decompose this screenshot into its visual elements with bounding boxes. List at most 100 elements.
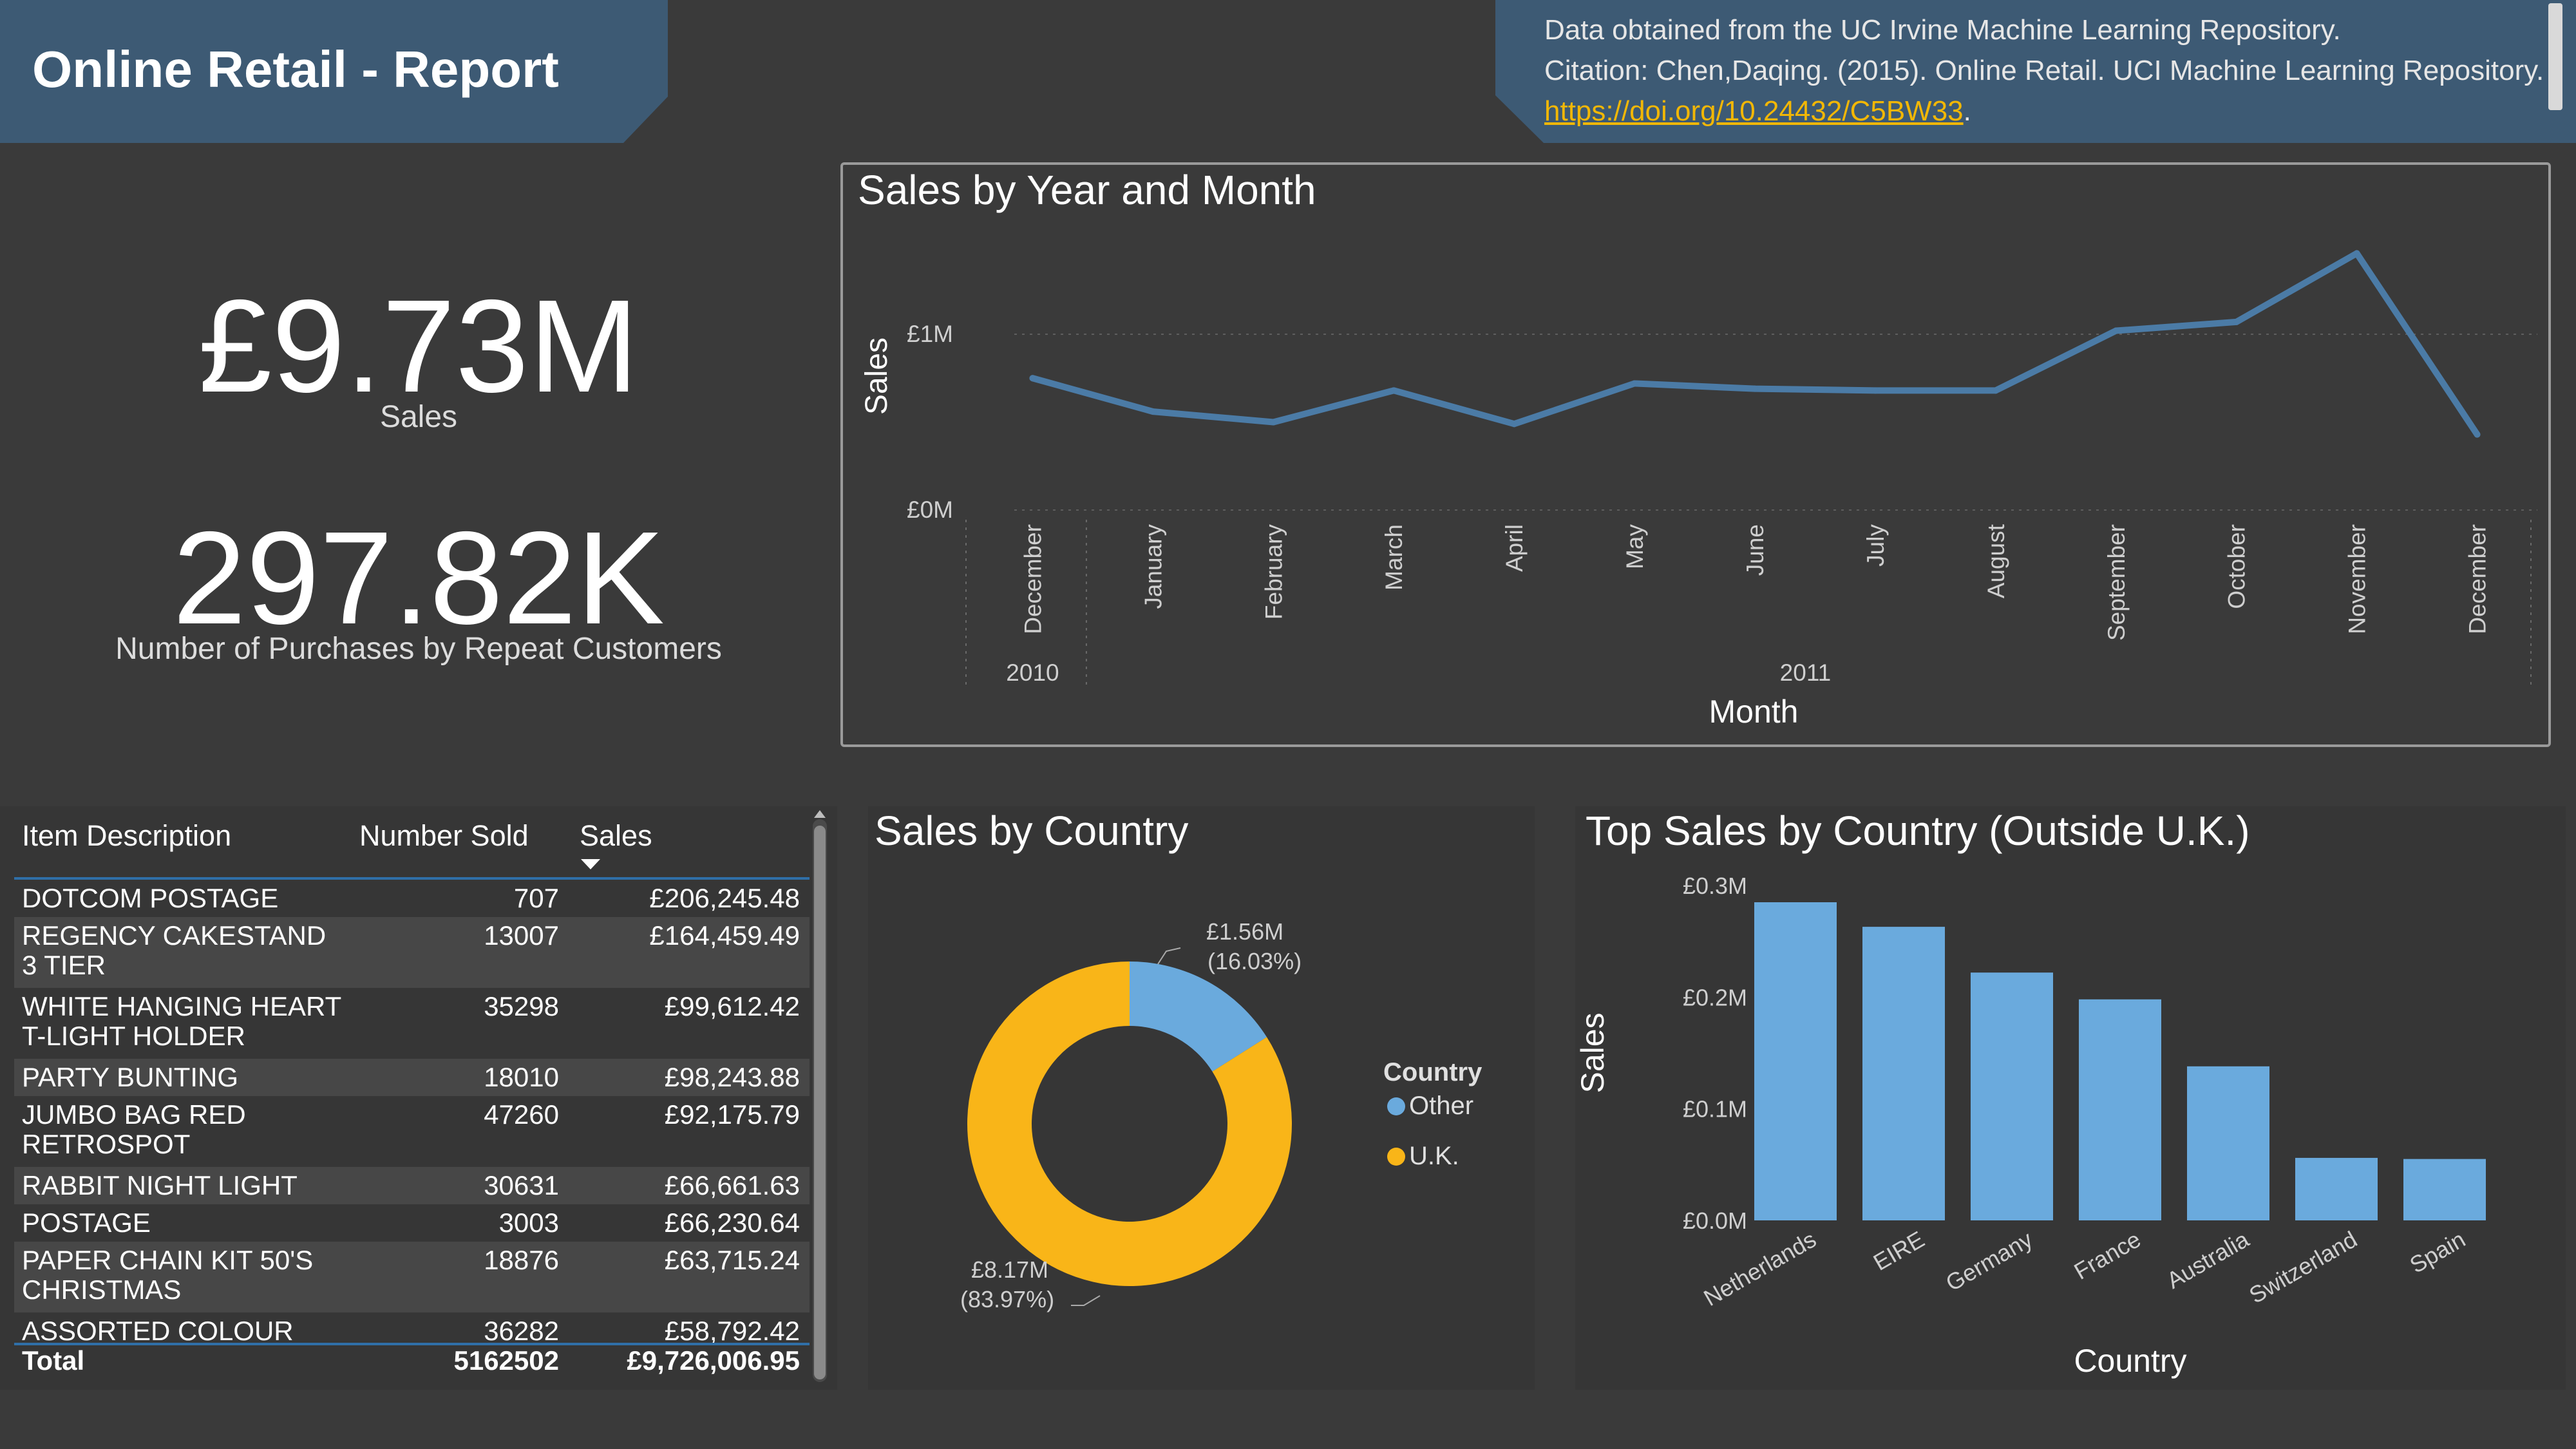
cell-item-description: ASSORTED COLOUR bbox=[22, 1316, 294, 1346]
x-tick-label: October bbox=[2224, 524, 2250, 609]
leader-line-uk bbox=[1071, 1295, 1101, 1306]
legend-item: Other bbox=[1409, 1092, 1473, 1120]
purchases-kpi-label: Number of Purchases by Repeat Customers bbox=[115, 632, 722, 666]
cell-number-sold: 707 bbox=[513, 883, 559, 913]
y-tick-label: £0.3M bbox=[1683, 873, 1747, 899]
x-tick-label: Netherlands bbox=[1699, 1226, 1821, 1311]
x-tick-label: April bbox=[1501, 524, 1528, 572]
line-point bbox=[1992, 387, 1999, 394]
cell-number-sold: 36282 bbox=[484, 1316, 559, 1346]
bar-australia bbox=[2187, 1066, 2269, 1220]
bar-netherlands bbox=[1754, 902, 1837, 1220]
x-tick-label: July bbox=[1862, 524, 1889, 567]
cell-sales: £99,612.42 bbox=[664, 991, 800, 1021]
line-point bbox=[1631, 380, 1638, 387]
x-tick-label: Germany bbox=[1941, 1226, 2037, 1296]
y-axis-title: Sales bbox=[1575, 1012, 1611, 1093]
scroll-up-icon[interactable] bbox=[813, 809, 827, 819]
legend-marker bbox=[1387, 1148, 1405, 1166]
x-tick-label: August bbox=[1983, 524, 2009, 598]
x-tick-label: June bbox=[1742, 524, 1768, 576]
x-axis-title: Country bbox=[2074, 1343, 2186, 1379]
x-tick-label: September bbox=[2103, 524, 2130, 641]
cell-sales: £92,175.79 bbox=[664, 1099, 800, 1130]
legend-item: U.K. bbox=[1409, 1142, 1459, 1170]
x-tick-label: January bbox=[1140, 524, 1166, 609]
bar-germany bbox=[1971, 972, 2053, 1220]
line-point bbox=[1871, 387, 1879, 394]
cell-sales: £98,243.88 bbox=[664, 1062, 800, 1092]
cell-sales: £58,792.42 bbox=[664, 1316, 800, 1346]
x-tick-label: EIRE bbox=[1869, 1226, 1929, 1276]
sales-kpi-label: Sales bbox=[379, 400, 458, 434]
citation-scrollbar[interactable] bbox=[2548, 3, 2562, 110]
donut-label-percent: (83.97%) bbox=[960, 1286, 1054, 1312]
x-tick-label: December bbox=[2465, 524, 2491, 634]
cell-item-description: REGENCY CAKESTAND 3 TIER bbox=[22, 920, 327, 980]
x-tick-label: Australia bbox=[2162, 1226, 2254, 1294]
x-tick-label: November bbox=[2344, 524, 2371, 634]
bar-eire bbox=[1862, 927, 1945, 1220]
cell-item-description: DOTCOM POSTAGE bbox=[22, 883, 279, 913]
line-point bbox=[2233, 318, 2240, 325]
legend-title: Country bbox=[1383, 1058, 1482, 1086]
x-tick-label: Spain bbox=[2405, 1226, 2470, 1278]
cell-number-sold: 35298 bbox=[484, 991, 559, 1021]
header-item-description[interactable]: Item Description bbox=[22, 819, 231, 853]
x-tick-label: May bbox=[1622, 524, 1648, 569]
header-number-sold[interactable]: Number Sold bbox=[359, 819, 529, 853]
page-title: Online Retail - Report bbox=[32, 41, 559, 98]
cell-number-sold: 18876 bbox=[484, 1245, 559, 1275]
x-tick-label: Switzerland bbox=[2244, 1226, 2362, 1309]
cell-number-sold: 30631 bbox=[484, 1170, 559, 1200]
table-scrollbar-thumb[interactable] bbox=[814, 826, 826, 1379]
cell-item-description: RABBIT NIGHT LIGHT bbox=[22, 1170, 298, 1200]
cell-item-description: PAPER CHAIN KIT 50'S CHRISTMAS bbox=[22, 1245, 314, 1305]
sort-descending-icon[interactable] bbox=[580, 858, 601, 871]
line-point bbox=[1752, 385, 1758, 392]
bar-chart: £0.0M £0.1M £0.2M £0.3M Sales Netherlands EIRE… bbox=[1575, 873, 2486, 1379]
donut-chart: £1.56M (16.03%) £8.17M (83.97%) Country Other… bbox=[960, 918, 1482, 1312]
leader-line-other bbox=[1157, 947, 1181, 965]
y-tick-label: £1M bbox=[907, 321, 953, 347]
cell-sales: £66,230.64 bbox=[664, 1208, 800, 1238]
bar-france bbox=[2079, 999, 2161, 1220]
cell-sales: £63,715.24 bbox=[664, 1245, 800, 1275]
legend-marker bbox=[1387, 1097, 1405, 1115]
cell-item-description: JUMBO BAG RED RETROSPOT bbox=[22, 1099, 246, 1159]
x-tick-label: December bbox=[1019, 524, 1046, 634]
cell-number-sold: 47260 bbox=[484, 1099, 559, 1130]
cell-item-description: WHITE HANGING HEART T-LIGHT HOLDER bbox=[22, 991, 342, 1051]
bar-switzerland bbox=[2295, 1157, 2378, 1220]
donut-label-value: £8.17M bbox=[971, 1256, 1048, 1283]
cell-number-sold: 18010 bbox=[484, 1062, 559, 1092]
y-tick-label: £0.2M bbox=[1683, 984, 1747, 1010]
total-sales: £9,726,006.95 bbox=[627, 1345, 800, 1376]
donut-label-percent: (16.03%) bbox=[1208, 948, 1302, 974]
cell-number-sold: 3003 bbox=[498, 1208, 559, 1238]
year-label: 2010 bbox=[1006, 659, 1059, 686]
y-axis-title: Sales bbox=[860, 337, 894, 415]
citation-link-line: https://doi.org/10.24432/C5BW33. bbox=[1544, 95, 1971, 128]
total-number-sold: 5162502 bbox=[453, 1345, 559, 1376]
line-point bbox=[1390, 387, 1397, 394]
year-label: 2011 bbox=[1780, 659, 1832, 686]
y-tick-label: £0M bbox=[907, 497, 953, 523]
total-label: Total bbox=[22, 1345, 85, 1376]
line-chart: £0M £1M Sales December January February March A… bbox=[860, 250, 2537, 730]
cell-sales: £206,245.48 bbox=[649, 883, 800, 913]
line-point bbox=[2474, 431, 2481, 438]
cell-sales: £66,661.63 bbox=[664, 1170, 800, 1200]
x-tick-label: February bbox=[1260, 524, 1287, 620]
donut-label-value: £1.56M bbox=[1206, 918, 1283, 945]
doi-link[interactable]: https://doi.org/10.24432/C5BW33 bbox=[1544, 95, 1964, 127]
x-tick-label: March bbox=[1381, 524, 1407, 591]
sales-line bbox=[1029, 250, 2481, 438]
x-axis-title: Month bbox=[1709, 694, 1799, 730]
x-tick-label: France bbox=[2069, 1226, 2145, 1285]
line-point bbox=[1029, 375, 1036, 382]
cell-sales: £164,459.49 bbox=[649, 920, 800, 951]
line-point bbox=[1511, 421, 1518, 428]
line-point bbox=[2353, 250, 2360, 257]
header-sales[interactable]: Sales bbox=[580, 819, 652, 853]
